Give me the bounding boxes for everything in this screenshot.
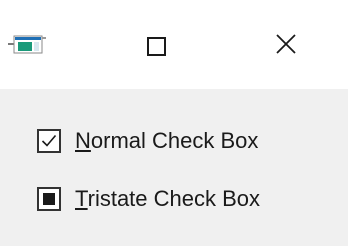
label-rest: ristate Check Box: [87, 186, 261, 211]
close-button[interactable]: [262, 28, 310, 64]
checkbox-checked[interactable]: [37, 129, 61, 153]
normal-check-box-label: Normal Check Box: [75, 128, 258, 154]
checkbox-indeterminate[interactable]: [37, 187, 61, 211]
check-mark-icon: [41, 134, 57, 147]
close-icon: [275, 33, 297, 60]
dialog-window: Normal Check Box Tristate Check Box: [0, 0, 348, 246]
tristate-check-box-label: Tristate Check Box: [75, 186, 260, 212]
maximize-button[interactable]: [132, 28, 180, 64]
app-window-icon: [8, 32, 48, 56]
normal-check-box[interactable]: Normal Check Box: [37, 127, 258, 155]
mnemonic-n: N: [75, 128, 91, 153]
tristate-check-box[interactable]: Tristate Check Box: [37, 185, 260, 213]
label-rest: ormal Check Box: [90, 128, 259, 153]
mnemonic-t: T: [75, 186, 88, 211]
maximize-icon: [146, 36, 166, 56]
client-area: Normal Check Box Tristate Check Box: [0, 89, 348, 246]
title-bar[interactable]: [0, 0, 348, 89]
indeterminate-mark-icon: [43, 193, 55, 205]
